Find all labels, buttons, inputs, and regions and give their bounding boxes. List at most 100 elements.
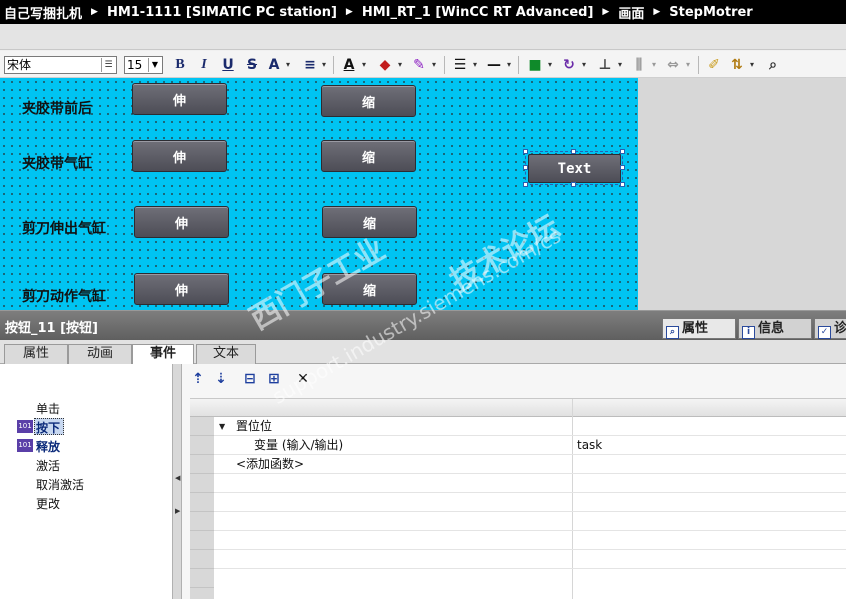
line-width-icon[interactable]: ☰ [451,55,469,75]
retract-button-row1[interactable]: 缩 [321,85,416,117]
screen-canvas[interactable]: 夹胶带前后 伸 缩 夹胶带气缸 伸 缩 剪刀伸出气缸 伸 缩 剪刀动作气缸 伸 … [0,78,638,310]
collapse-all-icon[interactable]: ⊟ [240,370,260,388]
row-header[interactable] [190,512,214,531]
delete-icon[interactable]: ✕ [293,370,313,388]
row-label-tape-clamp-fwd[interactable]: 夹胶带前后 [22,98,92,118]
breadcrumb-screens[interactable]: 画面 [618,3,644,22]
text-button-selected[interactable]: Text [528,154,621,183]
rotate-icon[interactable]: ↻ [560,55,578,75]
dropdown-arrow-icon[interactable]: ▾ [546,55,554,75]
same-size-icon[interactable]: ⇔ [664,55,682,75]
tab-info-label: 信息 [758,321,785,336]
inspector-title: 按钮_11 [按钮] [5,321,98,336]
font-size-select[interactable]: 15 ▼ [124,56,163,74]
dropdown-arrow-icon[interactable]: ▾ [396,55,404,75]
distribute-icon[interactable]: ⫼ [630,55,648,75]
fill-color-icon[interactable]: ◆ [376,55,394,75]
extend-button-row4[interactable]: 伸 [134,273,229,305]
row-header[interactable] [190,417,214,436]
row-header[interactable] [190,493,214,512]
parameter-value[interactable]: task [577,436,602,455]
italic-button[interactable]: I [196,55,212,75]
resize-handle[interactable] [523,182,528,187]
bold-button[interactable]: B [172,55,188,75]
breadcrumb-screen[interactable]: StepMotrer [669,5,752,20]
subtab-events[interactable]: 事件 [132,344,194,365]
font-size-up-button[interactable]: A [266,55,282,75]
event-change[interactable]: 更改 [36,495,60,512]
add-function-row[interactable]: <添加函数> [214,455,846,474]
event-activate[interactable]: 激活 [36,457,60,474]
dropdown-arrow-icon[interactable]: ▾ [360,55,368,75]
dropdown-arrow-icon[interactable]: ▾ [684,55,692,75]
align-objects-icon[interactable]: ⊥ [596,55,614,75]
extend-button-row2[interactable]: 伸 [132,140,227,172]
event-deactivate[interactable]: 取消激活 [36,476,84,493]
event-release[interactable]: 释放 [36,438,60,455]
extend-button-row3[interactable]: 伸 [134,206,229,238]
parameter-row[interactable]: 变量 (输入/输出) task [214,436,846,455]
dropdown-arrow-icon[interactable]: ▾ [505,55,513,75]
subtab-animation[interactable]: 动画 [68,344,132,364]
breadcrumb-device[interactable]: HM1-1111 [SIMATIC PC station] [107,5,337,20]
expand-right-icon[interactable]: ▶ [175,507,180,515]
row-header[interactable] [190,436,214,455]
row-label-tape-clamp-cyl[interactable]: 夹胶带气缸 [22,153,92,173]
subtab-properties[interactable]: 属性 [4,344,68,364]
dropdown-arrow-icon[interactable]: ▾ [284,55,292,75]
retract-button-row4[interactable]: 缩 [322,273,417,305]
resize-handle[interactable] [523,149,528,154]
format-painter-icon[interactable]: ✐ [705,55,723,75]
breadcrumb-project[interactable]: 自己写捆扎机 [4,3,82,22]
breadcrumb-hmi[interactable]: HMI_RT_1 [WinCC RT Advanced] [362,5,594,20]
tab-properties-label: 属性 [682,321,709,336]
row-label-cutter-extend[interactable]: 剪刀伸出气缸 [22,218,106,238]
collapse-left-icon[interactable]: ◀ [175,474,180,482]
dropdown-arrow-icon[interactable]: ▾ [650,55,658,75]
row-label-cutter-action[interactable]: 剪刀动作气缸 [22,286,106,306]
dropdown-arrow-icon[interactable]: ▾ [471,55,479,75]
dropdown-arrow-icon[interactable]: ▾ [616,55,624,75]
list-icon[interactable]: ☰ [101,58,115,72]
tab-properties[interactable]: ⌕ 属性 [662,318,736,339]
align-icon[interactable]: ≡ [300,55,320,75]
bring-front-icon[interactable]: ■ [526,55,544,75]
empty-row [214,531,846,550]
move-up-icon[interactable]: ⇡ [188,370,208,388]
layers-icon[interactable]: ⇅ [728,55,746,75]
event-click[interactable]: 单击 [36,400,60,417]
strikethrough-button[interactable]: S [244,55,260,75]
font-name-select[interactable]: 宋体 ☰ [4,56,117,74]
collapse-triangle-icon[interactable]: ▼ [219,417,225,436]
font-color-button[interactable]: A [340,55,358,75]
row-header[interactable] [190,455,214,474]
zoom-select-icon[interactable]: ⌕ [764,55,782,75]
event-press[interactable]: 按下 [36,419,60,436]
tab-info[interactable]: i 信息 [738,318,812,339]
extend-button-row1[interactable]: 伸 [132,83,227,115]
resize-handle[interactable] [620,182,625,187]
row-header[interactable] [190,569,214,588]
underline-button[interactable]: U [220,55,236,75]
row-header[interactable] [190,531,214,550]
resize-handle[interactable] [620,149,625,154]
dropdown-arrow-icon[interactable]: ▾ [748,55,756,75]
function-row[interactable]: ▼ 置位位 [214,417,846,436]
line-style-icon[interactable]: — [485,55,503,75]
add-function-link[interactable]: <添加函数> [236,455,304,474]
dropdown-arrow-icon[interactable]: ▾ [580,55,588,75]
chevron-down-icon[interactable]: ▼ [148,58,161,72]
pane-splitter[interactable]: ◀ ▶ [172,364,182,599]
tab-diagnostics[interactable]: ✓ 诊 [814,318,846,339]
row-header[interactable] [190,474,214,493]
row-header[interactable] [190,550,214,569]
retract-button-row2[interactable]: 缩 [321,140,416,172]
function-name[interactable]: 置位位 [236,417,272,436]
dropdown-arrow-icon[interactable]: ▾ [320,55,328,75]
expand-all-icon[interactable]: ⊞ [264,370,284,388]
dropdown-arrow-icon[interactable]: ▾ [430,55,438,75]
line-color-icon[interactable]: ✎ [410,55,428,75]
move-down-icon[interactable]: ⇣ [211,370,231,388]
retract-button-row3[interactable]: 缩 [322,206,417,238]
subtab-text[interactable]: 文本 [196,344,256,364]
